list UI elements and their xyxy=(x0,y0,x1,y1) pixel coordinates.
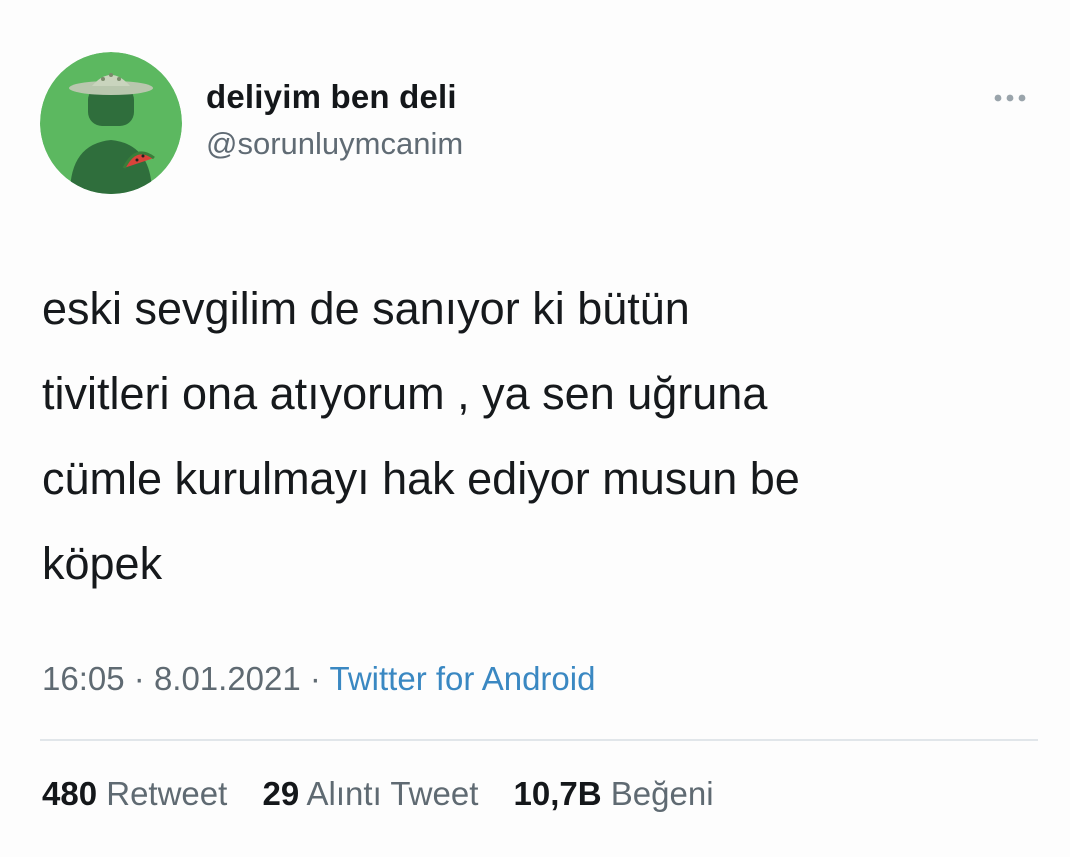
more-options-icon[interactable] xyxy=(985,86,1035,110)
quote-tweet-count-number: 29 xyxy=(262,775,300,812)
quote-tweet-count[interactable]: 29 Alıntı Tweet xyxy=(262,775,478,813)
retweet-count-label: Retweet xyxy=(106,775,228,812)
like-count[interactable]: 10,7B Beğeni xyxy=(514,775,714,813)
tweet-source-link[interactable]: Twitter for Android xyxy=(330,660,596,697)
tweet-stats: 480 Retweet 29 Alıntı Tweet 10,7B Beğeni xyxy=(42,775,740,813)
tweet-text-line: cümle kurulmayı hak ediyor musun be xyxy=(42,453,800,504)
tweet-time[interactable]: 16:05 xyxy=(42,660,125,697)
tweet-text-line: tivitleri ona atıyorum , ya sen uğruna xyxy=(42,368,768,419)
tweet-text: eski sevgilim de sanıyor ki bütün tivitl… xyxy=(42,266,1032,606)
author-handle[interactable]: @sorunluymcanim xyxy=(206,126,463,162)
tweet-metadata: 16:05 · 8.01.2021 · Twitter for Android xyxy=(42,660,595,698)
meta-separator: · xyxy=(133,660,145,697)
profile-avatar-icon[interactable] xyxy=(40,52,182,194)
tweet-text-line: eski sevgilim de sanıyor ki bütün xyxy=(42,283,690,334)
avatar-image xyxy=(40,52,182,194)
tweet-date[interactable]: 8.01.2021 xyxy=(154,660,301,697)
quote-tweet-count-label: Alıntı Tweet xyxy=(306,775,479,812)
like-count-number: 10,7B xyxy=(513,775,602,812)
author-display-name[interactable]: deliyim ben deli xyxy=(206,78,457,116)
like-count-label: Beğeni xyxy=(610,775,714,812)
divider xyxy=(40,739,1038,741)
tweet-text-line: köpek xyxy=(42,538,163,589)
tweet-card: deliyim ben deli @sorunluymcanim eski se… xyxy=(0,0,1070,857)
retweet-count-number: 480 xyxy=(42,775,98,812)
meta-separator: · xyxy=(309,660,321,697)
retweet-count[interactable]: 480 Retweet xyxy=(42,775,227,813)
